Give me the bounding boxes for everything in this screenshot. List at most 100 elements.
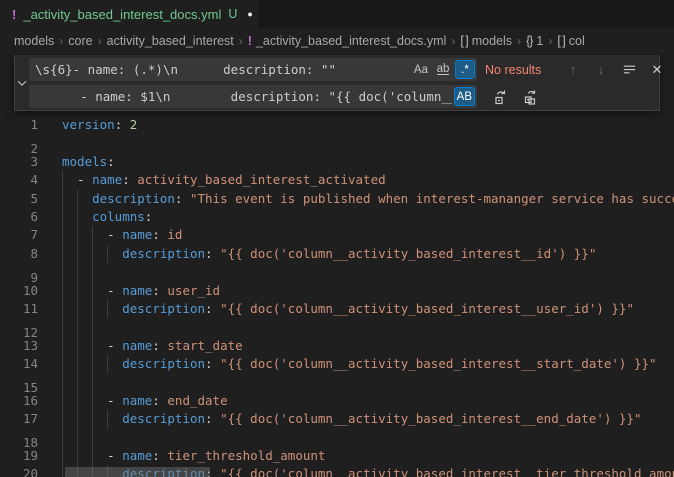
arrow-up-icon: ↑ xyxy=(570,62,577,77)
indent-guide xyxy=(62,226,63,244)
breadcrumb-item-core[interactable]: core xyxy=(68,34,92,48)
line-content: - name: start_date xyxy=(62,337,243,355)
code-line[interactable]: 9 xyxy=(0,263,674,281)
match-case-button[interactable]: Aa xyxy=(411,60,431,79)
code-line[interactable]: 10 - name: user_id xyxy=(0,282,674,300)
code-line[interactable]: 16 - name: end_date xyxy=(0,392,674,410)
line-content: version: 2 xyxy=(62,116,137,134)
code-token: : xyxy=(152,227,167,242)
breadcrumb-item-models[interactable]: models xyxy=(14,34,54,48)
indent-guide xyxy=(92,392,93,410)
indent-guide xyxy=(62,263,63,281)
indent-guide xyxy=(92,282,93,300)
code-line[interactable]: 14 description: "{{ doc('column__activit… xyxy=(0,355,674,373)
code-line[interactable]: 12 xyxy=(0,318,674,336)
code-token: - xyxy=(62,172,92,187)
symbol-object-icon: {} xyxy=(526,34,532,48)
indent-guide xyxy=(62,447,63,465)
code-line[interactable]: 4 - name: activity_based_interest_activa… xyxy=(0,171,674,189)
breadcrumb-separator: › xyxy=(239,34,243,48)
breadcrumb: models › core › activity_based_interest › !_ac… xyxy=(0,28,674,54)
breadcrumb-item-activity_based_interest[interactable]: activity_based_interest xyxy=(107,34,234,48)
code-token: activity_based_interest_activated xyxy=(137,172,385,187)
line-number: 6 xyxy=(0,208,38,226)
code-token: 2 xyxy=(130,117,138,132)
code-token: : xyxy=(205,301,220,316)
tab-active-file[interactable]: ! _activity_based_interest_docs.yml U ● xyxy=(0,0,260,28)
code-token: : xyxy=(107,154,115,169)
code-token: : xyxy=(152,393,167,408)
symbol-array-icon: [ ] xyxy=(460,34,467,48)
breadcrumb-label: models xyxy=(14,34,54,48)
indent-guide xyxy=(92,337,93,355)
code-token: "This event is published when interest-m… xyxy=(190,191,674,206)
replace-all-button[interactable] xyxy=(521,87,541,107)
line-number: 7 xyxy=(0,226,38,244)
regex-button[interactable]: .* xyxy=(455,60,475,79)
code-token: "{{ doc('column__activity_based_interest… xyxy=(220,301,634,316)
code-line[interactable]: 18 xyxy=(0,429,674,447)
code-line[interactable]: 1 version: 2 xyxy=(0,116,674,134)
code-token: end_date xyxy=(167,393,227,408)
code-line[interactable]: 2 xyxy=(0,134,674,152)
editor: \s{6}- name: (.*)\n description: "" Aa a… xyxy=(0,54,674,477)
indent-guide xyxy=(77,300,78,318)
code-token: description xyxy=(122,411,205,426)
replace-input[interactable]: - name: $1\n description: "{{ doc('colum… xyxy=(29,85,477,108)
indent-guide xyxy=(77,337,78,355)
breadcrumb-separator: › xyxy=(517,34,521,48)
code-line[interactable]: 3models: xyxy=(0,153,674,171)
preserve-case-button[interactable]: AB xyxy=(454,87,475,106)
code-token: : xyxy=(152,338,167,353)
find-input[interactable]: \s{6}- name: (.*)\n description: "" Aa a… xyxy=(29,58,477,81)
previous-match-button[interactable]: ↑ xyxy=(563,60,583,80)
breadcrumb-label: 1 xyxy=(536,34,543,48)
code-token: : xyxy=(205,411,220,426)
horizontal-scrollbar[interactable] xyxy=(65,467,210,477)
line-number: 16 xyxy=(0,392,38,410)
line-content: description: "{{ doc('column__activity_b… xyxy=(62,245,596,263)
code-line[interactable]: 17 description: "{{ doc('column__activit… xyxy=(0,410,674,428)
chevron-down-icon xyxy=(15,76,29,90)
code-line[interactable]: 15 xyxy=(0,373,674,391)
line-number: 1 xyxy=(0,116,38,134)
code-line[interactable]: 13 - name: start_date xyxy=(0,337,674,355)
find-in-selection-button[interactable] xyxy=(619,60,639,80)
indent-guide xyxy=(92,429,93,447)
code-line[interactable]: 11 description: "{{ doc('column__activit… xyxy=(0,300,674,318)
code-line[interactable]: 7 - name: id xyxy=(0,226,674,244)
yaml-file-icon: ! xyxy=(248,34,252,48)
indent-guide xyxy=(77,318,78,336)
git-status-badge: U xyxy=(228,7,237,21)
close-find-button[interactable]: ✕ xyxy=(647,60,667,80)
breadcrumb-item-_activity_based_interest_docs.yml[interactable]: !_activity_based_interest_docs.yml xyxy=(248,34,447,48)
code-line[interactable]: 19 - name: tier_threshold_amount xyxy=(0,447,674,465)
breadcrumb-separator: › xyxy=(59,34,63,48)
breadcrumb-item-models[interactable]: [ ]models xyxy=(460,34,512,48)
indent-guide xyxy=(62,337,63,355)
code-line[interactable]: 5 description: "This event is published … xyxy=(0,190,674,208)
indent-guide xyxy=(77,190,78,208)
code-line[interactable]: 6 columns: xyxy=(0,208,674,226)
code-line[interactable]: 8 description: "{{ doc('column__activity… xyxy=(0,245,674,263)
next-match-button[interactable]: ↓ xyxy=(591,60,611,80)
code-token: name xyxy=(122,338,152,353)
breadcrumb-item-col[interactable]: [ ]col xyxy=(557,34,584,48)
replace-button[interactable] xyxy=(491,87,511,107)
breadcrumb-item-1[interactable]: {} 1 xyxy=(526,34,543,48)
code-token: description xyxy=(122,301,205,316)
indent-guide xyxy=(62,392,63,410)
indent-guide xyxy=(77,355,78,373)
indent-guide xyxy=(62,300,63,318)
yaml-file-icon: ! xyxy=(12,7,16,22)
modified-dot-icon[interactable]: ● xyxy=(247,9,252,19)
whole-word-button[interactable]: ab xyxy=(433,60,453,79)
replace-all-icon xyxy=(523,89,539,105)
toggle-replace-button[interactable] xyxy=(15,55,29,110)
indent-guide xyxy=(62,208,63,226)
line-content: description: "This event is published wh… xyxy=(62,190,674,208)
code-token: : xyxy=(152,283,167,298)
code-token: models xyxy=(62,154,107,169)
code-area[interactable]: 1version: 223models:4 - name: activity_b… xyxy=(0,54,674,477)
indent-guide xyxy=(62,245,63,263)
